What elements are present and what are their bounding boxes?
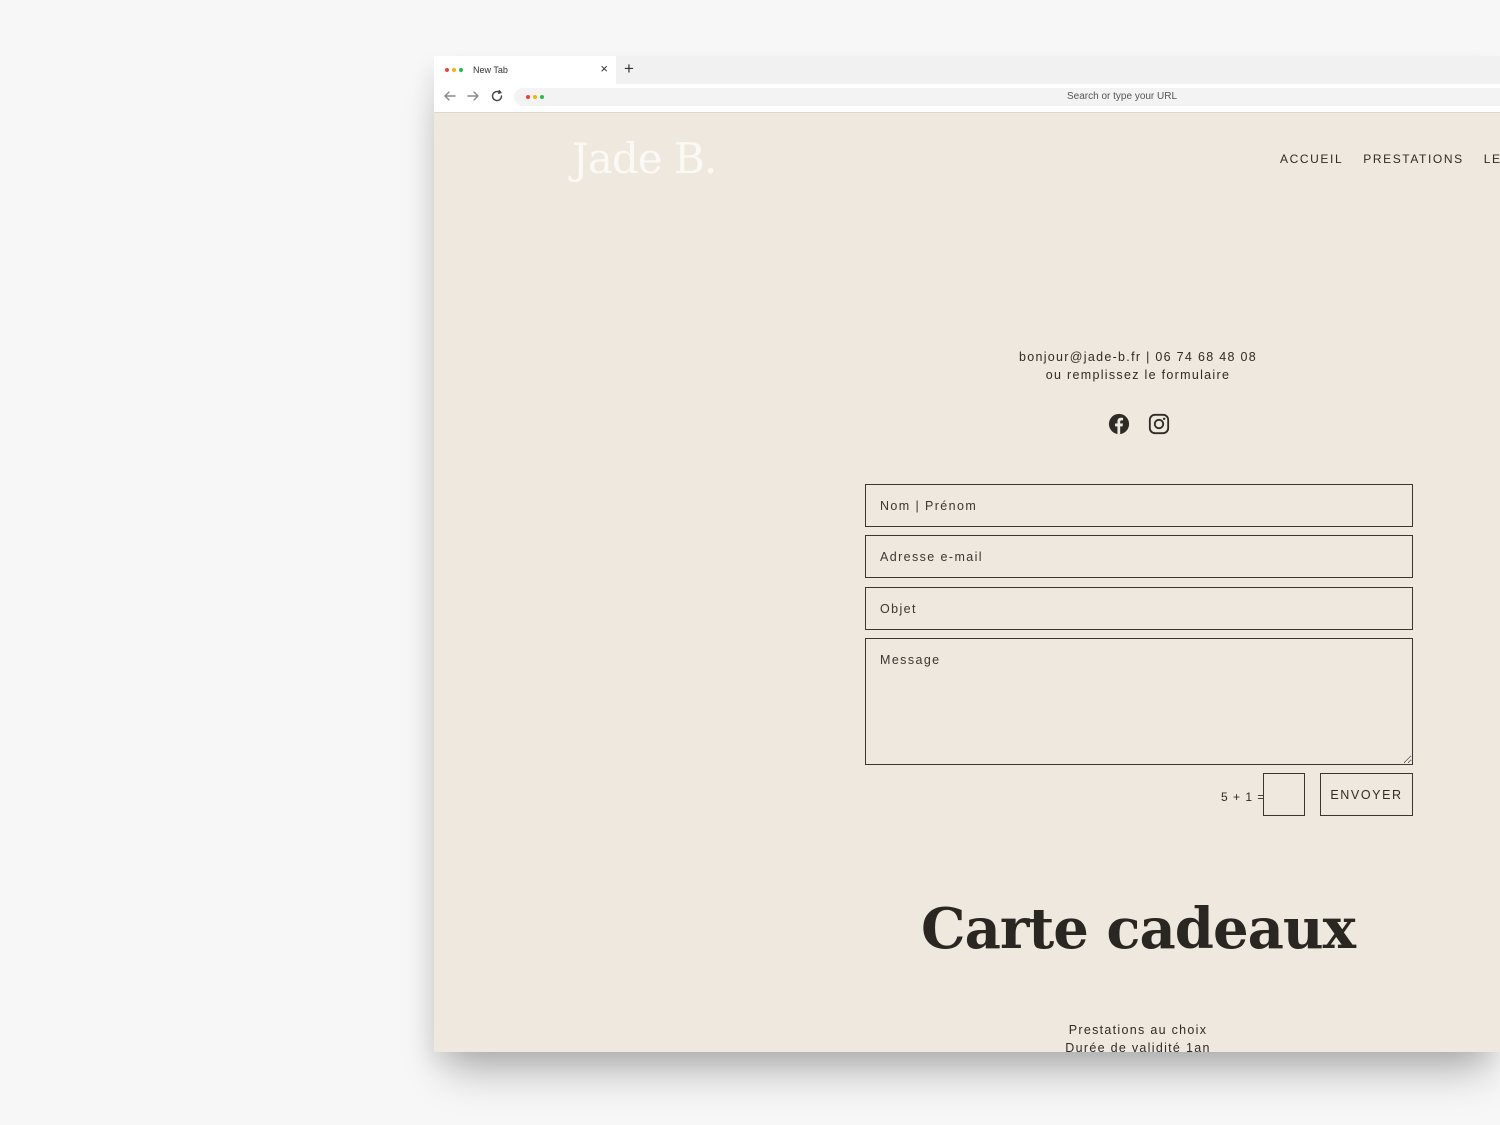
dot-red: [445, 68, 449, 72]
dot-red: [526, 95, 530, 99]
site-logo[interactable]: Jade B.: [572, 134, 717, 183]
dot-yellow: [533, 95, 537, 99]
gift-card-details: Prestations au choix Durée de validité 1…: [866, 1021, 1410, 1052]
url-placeholder: Search or type your URL: [1067, 91, 1178, 102]
close-icon[interactable]: ×: [600, 62, 608, 76]
tab-favicon-dots: [445, 68, 463, 72]
send-button[interactable]: ENVOYER: [1320, 773, 1413, 816]
facebook-icon[interactable]: [1108, 413, 1130, 435]
contact-line-email-phone: bonjour@jade-b.fr | 06 74 68 48 08: [1018, 350, 1258, 364]
subject-field[interactable]: [865, 587, 1413, 630]
back-arrow-icon[interactable]: [442, 89, 458, 105]
nav-item-accueil[interactable]: ACCUEIL: [1280, 152, 1343, 166]
contact-line-form: ou remplissez le formulaire: [1045, 368, 1231, 382]
dot-green: [540, 95, 544, 99]
nav-item-le[interactable]: LE: [1484, 152, 1500, 166]
gift-card-line-choice: Prestations au choix: [1068, 1023, 1208, 1037]
nav-item-prestations[interactable]: PRESTATIONS: [1363, 152, 1464, 166]
browser-window: New Tab × + Search or type your URL Jade…: [434, 56, 1500, 1052]
name-field[interactable]: [865, 484, 1413, 527]
contact-info: bonjour@jade-b.fr | 06 74 68 48 08 ou re…: [866, 348, 1410, 384]
captcha-input[interactable]: [1263, 773, 1305, 816]
gift-card-title: Carte cadeaux: [921, 896, 1356, 962]
tab-bar: New Tab × +: [434, 56, 1500, 84]
address-bar[interactable]: Search or type your URL: [514, 88, 1500, 106]
forward-arrow-icon[interactable]: [465, 89, 481, 105]
dot-green: [459, 68, 463, 72]
browser-tab[interactable]: New Tab ×: [434, 56, 616, 84]
dot-yellow: [452, 68, 456, 72]
message-field[interactable]: [865, 638, 1413, 765]
captcha-question: 5 + 1 =: [1221, 790, 1266, 804]
email-field[interactable]: [865, 535, 1413, 578]
gift-card-line-validity: Durée de validité 1an: [1065, 1041, 1211, 1052]
reload-icon[interactable]: [489, 89, 505, 105]
new-tab-button[interactable]: +: [624, 60, 634, 78]
site-identity-dots: [526, 95, 544, 99]
browser-toolbar: Search or type your URL: [434, 84, 1500, 113]
main-nav: ACCUEIL PRESTATIONS LE: [1280, 152, 1500, 166]
instagram-icon[interactable]: [1148, 413, 1170, 435]
social-links: [1108, 413, 1170, 435]
tab-title: New Tab: [473, 65, 508, 75]
